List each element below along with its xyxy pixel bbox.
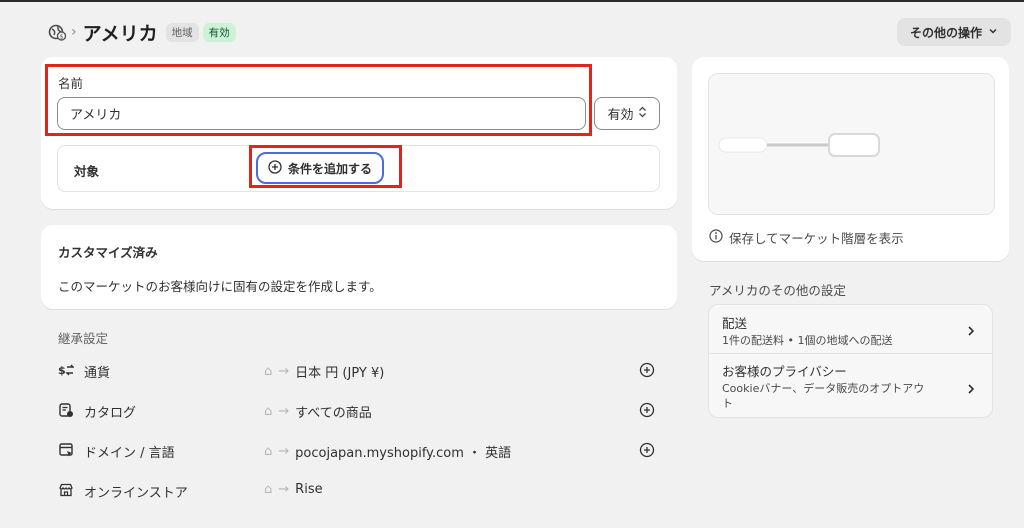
store-icon: ⌂	[264, 404, 273, 419]
region-badge: 地域	[165, 22, 199, 42]
inherited-row-label: 通貨	[84, 366, 111, 381]
preview-info: 保存してマーケット階層を表示	[709, 228, 904, 247]
more-actions-button[interactable]: その他の操作	[897, 18, 1011, 46]
inherited-row-value: ⌂ → pocojapan.myshopify.com ・ 英語	[264, 442, 511, 461]
svg-text:$: $	[60, 33, 64, 40]
inherited-row-label: オンラインストア	[84, 486, 188, 501]
target-label: 対象	[74, 164, 100, 179]
svg-text:$: $	[58, 364, 66, 377]
catalog-icon	[57, 401, 75, 419]
inherited-row-value: ⌂ → 日本 円 (JPY ¥)	[264, 362, 384, 381]
privacy-title: お客様のプライバシー	[722, 364, 847, 379]
online-store-value: Rise	[295, 482, 323, 497]
arrow-right-icon: →	[278, 364, 290, 379]
top-border	[0, 0, 1024, 2]
page-title: アメリカ	[82, 22, 158, 45]
online-store-icon	[57, 481, 75, 499]
add-catalog-icon[interactable]	[639, 402, 655, 418]
other-settings-heading: アメリカのその他の設定	[709, 283, 846, 298]
status-badge: 有効	[202, 22, 236, 42]
hierarchy-diagram-icon	[718, 133, 880, 157]
add-currency-icon[interactable]	[639, 362, 655, 378]
inherited-row-label: カタログ	[84, 406, 137, 421]
more-actions-label: その他の操作	[909, 25, 982, 40]
inherited-row-value: ⌂ → Rise	[264, 482, 323, 497]
inherited-row-value: ⌂ → すべての商品	[264, 402, 372, 421]
breadcrumb-chevron-icon: ›	[71, 24, 77, 40]
shipping-settings-item[interactable]: 配送 1件の配送料 • 1個の地域への配送	[709, 304, 993, 354]
chevron-right-icon	[967, 322, 975, 341]
status-select[interactable]: 有効	[594, 97, 660, 130]
chevron-right-icon	[967, 380, 975, 399]
store-icon: ⌂	[264, 444, 273, 459]
customer-privacy-item[interactable]: お客様のプライバシー Cookieバナー、データ販売のオプトアウ ト	[709, 354, 993, 418]
customized-title: カスタマイズ済み	[58, 245, 158, 260]
domain-value: pocojapan.myshopify.com ・ 英語	[295, 446, 512, 461]
shipping-subtitle: 1件の配送料 • 1個の地域への配送	[722, 334, 893, 347]
page-header: $ › アメリカ 地域 有効	[47, 18, 240, 46]
privacy-subtitle-line1: Cookieバナー、データ販売のオプトアウ	[722, 382, 925, 395]
customized-card	[41, 225, 677, 309]
arrow-right-icon: →	[278, 482, 290, 497]
info-icon	[709, 229, 723, 246]
inherited-row-label: ドメイン / 言語	[84, 446, 175, 461]
select-arrows-icon	[638, 106, 647, 122]
catalog-value: すべての商品	[295, 406, 372, 421]
name-highlight-box	[45, 64, 592, 136]
store-icon: ⌂	[264, 482, 273, 497]
markets-globe-icon[interactable]: $	[47, 22, 67, 42]
add-domain-icon[interactable]	[639, 442, 655, 458]
chevron-down-icon	[988, 25, 998, 39]
arrow-right-icon: →	[278, 404, 290, 419]
store-icon: ⌂	[264, 364, 273, 379]
currency-value: 日本 円 (JPY ¥)	[295, 366, 385, 381]
currency-exchange-icon: $	[57, 361, 75, 379]
preview-info-text: 保存してマーケット階層を表示	[729, 231, 904, 246]
market-hierarchy-preview	[708, 73, 995, 215]
status-select-value: 有効	[607, 108, 634, 123]
domain-icon	[57, 441, 75, 459]
shipping-title: 配送	[722, 316, 748, 331]
inherited-heading: 継承設定	[58, 331, 109, 346]
add-condition-highlight-box	[249, 145, 402, 188]
privacy-subtitle-line2: ト	[722, 397, 733, 410]
arrow-right-icon: →	[278, 444, 290, 459]
customized-description: このマーケットのお客様向けに固有の設定を作成します。	[58, 279, 382, 294]
